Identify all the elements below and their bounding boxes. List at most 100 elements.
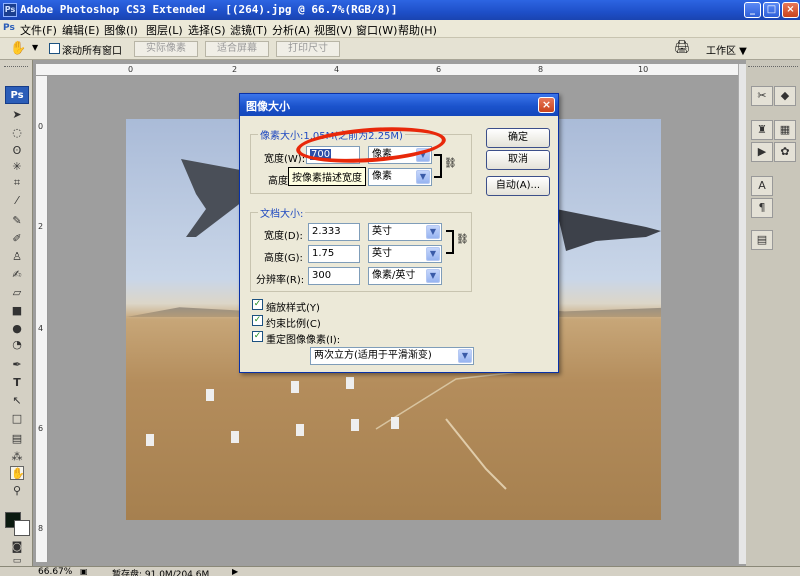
document-info: 暂存盘: 91.0M/204.6M (112, 570, 210, 576)
chain-link-icon: ⛓ (444, 158, 457, 169)
menu-filter[interactable]: 滤镜(T) (230, 22, 267, 38)
paragraph-icon[interactable]: ¶ (751, 198, 773, 218)
brush-tool-icon[interactable]: ✐ (10, 232, 24, 246)
chevron-down-icon[interactable]: ▼ (32, 43, 38, 52)
maximize-button[interactable]: □ (763, 2, 780, 18)
pen-tool-icon[interactable]: ✒ (10, 358, 24, 372)
cancel-button[interactable]: 取消 (486, 150, 550, 170)
zoom-tool-icon[interactable]: ⚲ (10, 484, 24, 498)
scroll-all-checkbox[interactable] (49, 43, 60, 54)
menu-layer[interactable]: 图层(L) (146, 22, 183, 38)
app-icon: Ps (3, 3, 17, 17)
minimize-button[interactable]: _ (744, 2, 761, 18)
eyedropper-tool-icon[interactable]: ⁂ (10, 450, 24, 464)
close-button[interactable]: × (782, 2, 799, 18)
ok-button[interactable]: 确定 (486, 128, 550, 148)
notes-tool-icon[interactable]: ▤ (10, 432, 24, 446)
resolution-unit-select[interactable]: 像素/英寸 ▼ (368, 267, 442, 285)
panel-grip[interactable] (748, 66, 798, 72)
auto-button[interactable]: 自动(A)... (486, 176, 550, 196)
resolution-unit: 像素/英寸 (372, 270, 416, 281)
magic-wand-icon[interactable]: ✳ (10, 160, 24, 174)
scale-styles-checkbox[interactable]: ✓ (252, 299, 263, 310)
vertical-ruler: 0 2 4 6 8 (36, 76, 48, 562)
zoom-level[interactable]: 66.67% (38, 567, 72, 576)
pixel-height-unit-select[interactable]: 像素 ▼ (368, 168, 432, 186)
stamp-tool-icon[interactable]: ♙ (10, 250, 24, 264)
resample-method: 两次立方(适用于平滑渐变) (314, 350, 432, 361)
slice-tool-icon[interactable]: ⁄ (10, 194, 24, 208)
path-select-icon[interactable]: ↖ (10, 394, 24, 408)
type-tool-icon[interactable]: T (10, 376, 24, 390)
menu-edit[interactable]: 编辑(E) (62, 22, 100, 38)
color-panel-icon[interactable]: ◆ (774, 86, 796, 106)
eraser-tool-icon[interactable]: ▱ (10, 286, 24, 300)
ruler-tick: 8 (38, 524, 44, 533)
doc-link-bracket (446, 230, 454, 254)
background-color-swatch[interactable] (14, 520, 30, 536)
doc-width-input[interactable]: 2.333 (308, 223, 360, 241)
doc-height-unit-select[interactable]: 英寸 ▼ (368, 245, 442, 263)
window-title: Adobe Photoshop CS3 Extended - [(264).jp… (20, 3, 398, 16)
menu-bar: Ps 文件(F) 编辑(E) 图像(I) 图层(L) 选择(S) 滤镜(T) 分… (0, 20, 800, 38)
info-icon[interactable]: ▤ (751, 230, 773, 250)
shape-tool-icon[interactable]: □ (10, 412, 24, 426)
blur-tool-icon[interactable]: ● (10, 322, 24, 336)
menu-analysis[interactable]: 分析(A) (272, 22, 310, 38)
ruler-tick: 0 (38, 122, 44, 131)
resample-image-checkbox[interactable]: ✓ (252, 331, 263, 342)
toolbox-grip[interactable] (4, 66, 28, 70)
gradient-tool-icon[interactable]: ■ (10, 304, 24, 318)
history-brush-icon[interactable]: ✍ (10, 268, 24, 282)
status-icon[interactable]: ▣ (80, 567, 88, 576)
history-icon[interactable]: ♜ (751, 120, 773, 140)
hand-tool-icon[interactable]: ✋ (10, 41, 26, 56)
menu-file[interactable]: 文件(F) (20, 22, 57, 38)
dialog-close-button[interactable]: × (538, 97, 555, 113)
resolution-input[interactable]: 300 (308, 267, 360, 285)
healing-brush-icon[interactable]: ✎ (10, 214, 24, 228)
ruler-tick: 10 (638, 65, 649, 74)
vertical-scrollbar[interactable] (738, 64, 746, 564)
chevron-down-icon: ▼ (426, 247, 440, 261)
navigator-icon[interactable]: ✂ (751, 86, 773, 106)
doc-width-unit: 英寸 (372, 226, 392, 237)
dialog-title-bar[interactable]: 图像大小 × (240, 94, 558, 116)
printer-icon[interactable]: 🖨 (674, 40, 691, 55)
print-size-button[interactable]: 打印尺寸 (276, 41, 340, 57)
actual-pixels-button[interactable]: 实际像素 (134, 41, 198, 57)
quick-mask-icon[interactable]: ◙ (10, 540, 24, 554)
ruler-tick: 6 (436, 65, 442, 74)
workspace-menu[interactable]: 工作区 ▼ (706, 42, 747, 57)
chevron-down-icon: ▼ (416, 170, 430, 184)
layers-icon[interactable]: ▦ (774, 120, 796, 140)
menu-view[interactable]: 视图(V) (314, 22, 352, 38)
hand-tool-icon[interactable]: ✋ (10, 466, 25, 480)
resample-method-select[interactable]: 两次立方(适用于平滑渐变) ▼ (310, 347, 474, 365)
menu-image[interactable]: 图像(I) (104, 22, 138, 38)
lasso-tool-icon[interactable]: ʘ (10, 144, 24, 158)
resolution-label: 分辨率(R): (256, 275, 305, 286)
screen-mode-icon[interactable]: ▭ (10, 556, 24, 566)
crop-tool-icon[interactable]: ⌗ (10, 176, 24, 190)
menu-select[interactable]: 选择(S) (188, 22, 226, 38)
doc-height-input[interactable]: 1.75 (308, 245, 360, 263)
actions-icon[interactable]: ▶ (751, 142, 773, 162)
pixel-link-bracket (434, 154, 442, 178)
ruler-tick: 4 (38, 324, 44, 333)
ps-menu-icon[interactable]: Ps (3, 23, 15, 33)
marquee-tool-icon[interactable]: ◌ (10, 126, 24, 140)
character-icon[interactable]: A (751, 176, 773, 196)
constrain-proportions-checkbox[interactable]: ✓ (252, 315, 263, 326)
paths-icon[interactable]: ✿ (774, 142, 796, 162)
resample-image-label: 重定图像像素(I): (266, 335, 341, 346)
doc-width-unit-select[interactable]: 英寸 ▼ (368, 223, 442, 241)
menu-help[interactable]: 帮助(H) (398, 22, 437, 38)
move-tool-icon[interactable]: ➤ (10, 108, 24, 122)
ruler-tick: 0 (128, 65, 134, 74)
menu-window[interactable]: 窗口(W) (356, 22, 397, 38)
panel-dock: ✂ ◆ ♜ ▦ ▶ ✿ A ¶ ▤ (746, 60, 800, 566)
fit-screen-button[interactable]: 适合屏幕 (205, 41, 269, 57)
status-arrow-icon[interactable]: ▶ (232, 567, 238, 576)
dodge-tool-icon[interactable]: ◔ (10, 338, 24, 352)
